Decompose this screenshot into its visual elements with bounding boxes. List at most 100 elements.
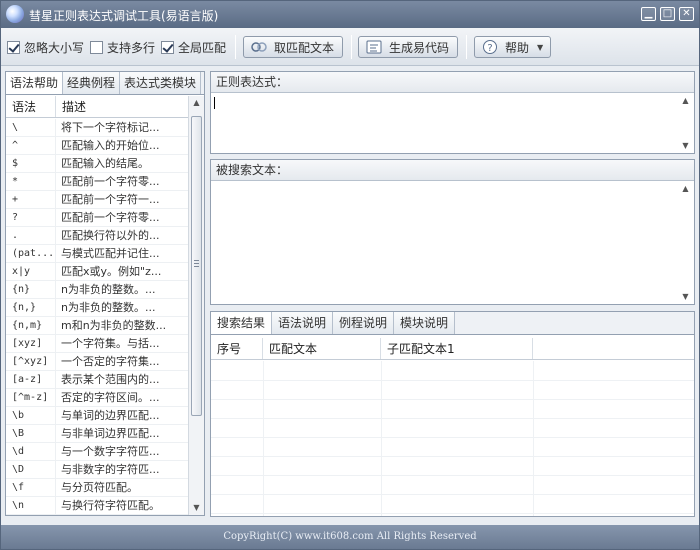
chevron-down-icon: ▼ bbox=[537, 42, 544, 52]
main-window: 彗星正则表达式调试工具(易语言版) ▁ □ ✕ 忽略大小写 支持多行 全局匹配 … bbox=[0, 0, 700, 550]
app-logo-icon bbox=[6, 5, 24, 23]
syntax-cell: {n,} bbox=[6, 299, 56, 316]
syntax-row[interactable]: [^xyz] 一个否定的字符集... bbox=[6, 353, 188, 371]
toolbar-separator bbox=[235, 35, 236, 59]
syntax-row[interactable]: {n,m} m和n为非负的整数... bbox=[6, 317, 188, 335]
multiline-checkbox[interactable]: 支持多行 bbox=[90, 39, 155, 55]
syntax-cell: \d bbox=[6, 443, 56, 460]
syntax-row[interactable]: \b 与单词的边界匹配... bbox=[6, 407, 188, 425]
syntax-cell: \b bbox=[6, 407, 56, 424]
description-cell: 匹配输入的结尾。 bbox=[61, 157, 149, 170]
syntax-row[interactable]: {n,} n为非负的整数。... bbox=[6, 299, 188, 317]
description-cell: m和n为非负的整数... bbox=[61, 319, 167, 332]
grid-line bbox=[211, 456, 694, 457]
syntax-row[interactable]: \f 与分页符匹配。 bbox=[6, 479, 188, 497]
syntax-row[interactable]: $ 匹配输入的结尾。 bbox=[6, 155, 188, 173]
syntax-row[interactable]: + 匹配前一个字符一... bbox=[6, 191, 188, 209]
grip-icon bbox=[194, 266, 199, 267]
grid-line bbox=[211, 380, 694, 381]
status-bar: CopyRight(C) www.it608.com All Rights Re… bbox=[1, 525, 699, 549]
replace-icon bbox=[250, 39, 268, 55]
scroll-down-icon[interactable]: ▼ bbox=[678, 290, 693, 304]
regex-input[interactable] bbox=[211, 94, 678, 153]
title-bar: 彗星正则表达式调试工具(易语言版) ▁ □ ✕ bbox=[1, 1, 699, 28]
checkbox-label: 忽略大小写 bbox=[24, 40, 85, 55]
scroll-up-icon[interactable]: ▲ bbox=[678, 182, 693, 196]
tab-syntax-help[interactable]: 语法帮助 bbox=[6, 72, 64, 94]
syntax-row[interactable]: \D 与非数字的字符匹... bbox=[6, 461, 188, 479]
tab-syntax-explanation[interactable]: 语法说明 bbox=[272, 312, 334, 334]
results-tab-bar: 搜索结果 语法说明 例程说明 模块说明 bbox=[211, 312, 694, 335]
help-button[interactable]: ? 帮助 ▼ bbox=[474, 36, 551, 58]
grid-line bbox=[211, 399, 694, 400]
tab-search-results[interactable]: 搜索结果 bbox=[211, 312, 273, 334]
search-text-input[interactable] bbox=[211, 182, 678, 304]
syntax-row[interactable]: * 匹配前一个字符零... bbox=[6, 173, 188, 191]
scroll-down-icon[interactable]: ▼ bbox=[189, 501, 204, 515]
left-tab-bar: 语法帮助 经典例程 表达式类模块 bbox=[6, 72, 204, 95]
global-match-checkbox[interactable]: 全局匹配 bbox=[161, 39, 226, 55]
window-title: 彗星正则表达式调试工具(易语言版) bbox=[29, 9, 219, 23]
checkbox-icon[interactable] bbox=[90, 40, 103, 54]
left-scrollbar[interactable]: ▲ ▼ bbox=[188, 96, 204, 515]
checkbox-icon[interactable] bbox=[7, 40, 20, 54]
button-label: 生成易代码 bbox=[389, 40, 450, 55]
syntax-row[interactable]: ^ 匹配输入的开始位... bbox=[6, 137, 188, 155]
tab-expression-modules[interactable]: 表达式类模块 bbox=[120, 72, 202, 94]
toolbar-separator bbox=[466, 35, 467, 59]
column-header-match-text[interactable]: 匹配文本 bbox=[263, 338, 381, 359]
code-icon bbox=[365, 39, 383, 55]
results-table-header: 序号 匹配文本 子匹配文本1 bbox=[211, 338, 694, 360]
syntax-row[interactable]: [^m-z] 否定的字符区间。... bbox=[6, 389, 188, 407]
syntax-row[interactable]: \ 将下一个字符标记... bbox=[6, 119, 188, 137]
column-header-syntax[interactable]: 语法 bbox=[6, 96, 56, 117]
syntax-row[interactable]: x|y 匹配x或y。例如"z... bbox=[6, 263, 188, 281]
tab-module-explanation[interactable]: 模块说明 bbox=[394, 312, 456, 334]
checkbox-label: 全局匹配 bbox=[178, 40, 227, 55]
close-icon[interactable]: ✕ bbox=[679, 7, 694, 21]
syntax-help-panel: 语法帮助 经典例程 表达式类模块 语法 描述 \ 将下一个字符标记... ^ 匹配输入… bbox=[5, 71, 205, 516]
scroll-up-icon[interactable]: ▲ bbox=[189, 96, 204, 110]
column-header-index[interactable]: 序号 bbox=[211, 338, 263, 359]
regex-scrollbar[interactable]: ▲ ▼ bbox=[678, 94, 694, 153]
syntax-row[interactable]: [xyz] 一个字符集。与括... bbox=[6, 335, 188, 353]
grid-line bbox=[211, 513, 694, 514]
ignore-case-checkbox[interactable]: 忽略大小写 bbox=[7, 39, 84, 55]
search-text-panel: 被搜索文本： ▲ ▼ bbox=[210, 159, 695, 305]
scroll-up-icon[interactable]: ▲ bbox=[678, 94, 693, 108]
syntax-row[interactable]: \n 与换行符字符匹配。 bbox=[6, 497, 188, 515]
syntax-cell: \f bbox=[6, 479, 56, 496]
search-text-scrollbar[interactable]: ▲ ▼ bbox=[678, 182, 694, 304]
description-cell: 与一个数字字符匹... bbox=[61, 445, 160, 458]
syntax-row[interactable]: [a-z] 表示某个范围内的... bbox=[6, 371, 188, 389]
syntax-row[interactable]: . 匹配换行符以外的... bbox=[6, 227, 188, 245]
help-icon: ? bbox=[481, 39, 499, 55]
column-header-description[interactable]: 描述 bbox=[56, 96, 188, 117]
generate-code-button[interactable]: 生成易代码 bbox=[358, 36, 458, 58]
syntax-row[interactable]: {n} n为非负的整数。... bbox=[6, 281, 188, 299]
tab-classic-examples[interactable]: 经典例程 bbox=[63, 72, 121, 94]
syntax-row[interactable]: \B 与非单词边界匹配... bbox=[6, 425, 188, 443]
checkbox-icon[interactable] bbox=[161, 40, 174, 54]
get-matches-button[interactable]: 取匹配文本 bbox=[243, 36, 343, 58]
description-cell: 匹配前一个字符零... bbox=[61, 211, 160, 224]
search-text-label: 被搜索文本： bbox=[211, 160, 694, 181]
description-cell: 与非单词边界匹配... bbox=[61, 427, 160, 440]
column-header-submatch-1[interactable]: 子匹配文本1 bbox=[381, 338, 533, 359]
tab-example-explanation[interactable]: 例程说明 bbox=[333, 312, 395, 334]
grid-line bbox=[211, 418, 694, 419]
description-cell: n为非负的整数。... bbox=[61, 301, 156, 314]
scroll-down-icon[interactable]: ▼ bbox=[678, 139, 693, 153]
description-cell: 与单词的边界匹配... bbox=[61, 409, 160, 422]
description-cell: 匹配输入的开始位... bbox=[61, 139, 160, 152]
scroll-thumb[interactable] bbox=[191, 116, 202, 416]
description-cell: 与非数字的字符匹... bbox=[61, 463, 160, 476]
syntax-row[interactable]: (pat... 与模式匹配并记住... bbox=[6, 245, 188, 263]
syntax-row[interactable]: \d 与一个数字字符匹... bbox=[6, 443, 188, 461]
description-cell: 匹配前一个字符零... bbox=[61, 175, 160, 188]
minimize-icon[interactable]: ▁ bbox=[641, 7, 656, 21]
button-label: 帮助 bbox=[505, 40, 530, 55]
description-cell: 否定的字符区间。... bbox=[61, 391, 160, 404]
syntax-row[interactable]: ? 匹配前一个字符零... bbox=[6, 209, 188, 227]
maximize-icon[interactable]: □ bbox=[660, 7, 675, 21]
